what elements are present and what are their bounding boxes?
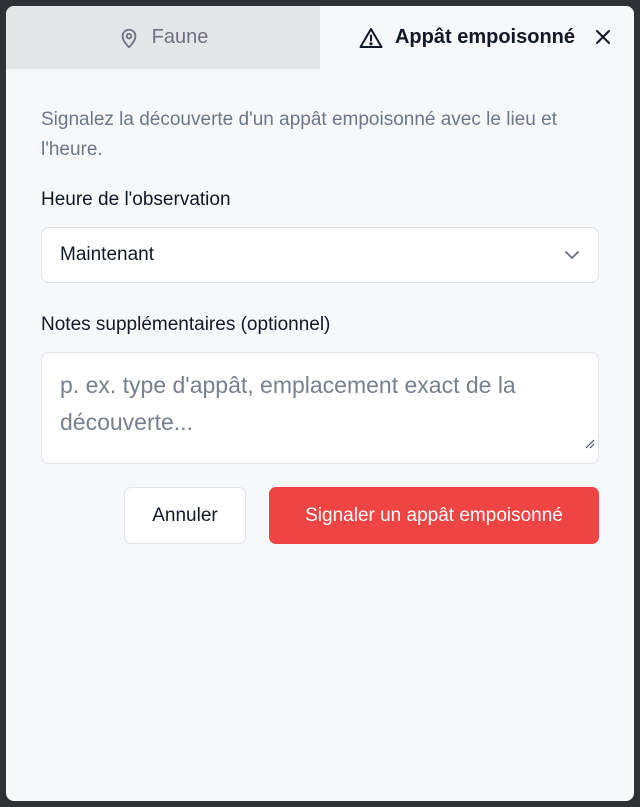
tab-poisoned-bait-label: Appât empoisonné	[394, 26, 575, 48]
tab-faune[interactable]: Faune	[6, 6, 320, 69]
map-pin-icon	[118, 26, 140, 50]
warning-triangle-icon	[359, 27, 383, 49]
form-description: Signalez la découverte d'un appât empois…	[41, 109, 557, 160]
close-icon[interactable]	[594, 28, 612, 46]
notes-placeholder: p. ex. type d'appât, emplacement exact d…	[60, 372, 516, 435]
resize-grip-icon[interactable]	[585, 423, 595, 460]
tab-poisoned-bait[interactable]: Appât empoisonné	[320, 6, 634, 69]
chevron-down-icon	[564, 244, 580, 266]
form-actions: Annuler Signaler un appât empoisonné	[41, 487, 599, 544]
report-poisoned-bait-button[interactable]: Signaler un appât empoisonné	[269, 487, 599, 544]
report-dialog: Faune Appât empoisonné Signalez la décou…	[6, 6, 634, 801]
time-field-label: Heure de l'observation	[41, 189, 231, 210]
observation-time-select[interactable]: Maintenant	[41, 227, 599, 283]
notes-field-label: Notes supplémentaires (optionnel)	[41, 314, 331, 335]
tab-bar: Faune Appât empoisonné	[6, 6, 634, 69]
observation-time-value: Maintenant	[60, 244, 155, 265]
cancel-button[interactable]: Annuler	[124, 487, 246, 544]
form-body: Signalez la découverte d'un appât empois…	[6, 69, 634, 544]
notes-textarea[interactable]: p. ex. type d'appât, emplacement exact d…	[41, 352, 599, 464]
tab-faune-label: Faune	[151, 26, 209, 48]
